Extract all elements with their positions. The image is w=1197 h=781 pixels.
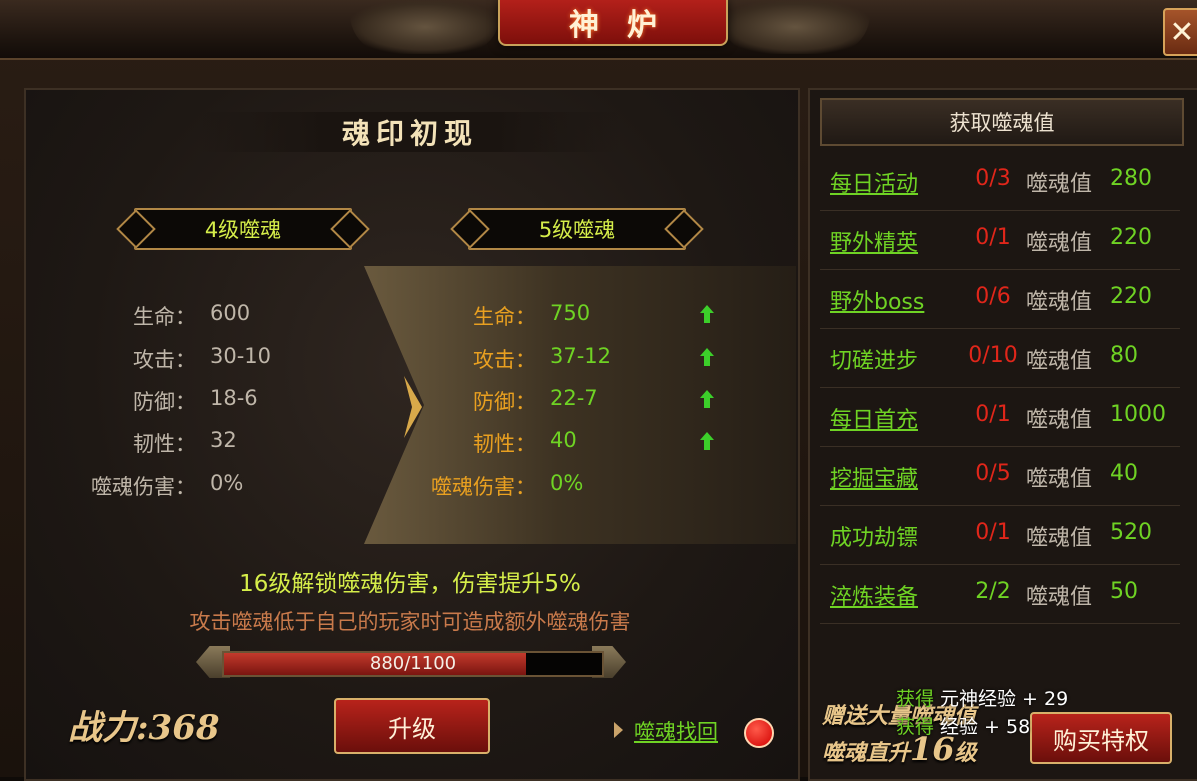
task-link: 切磋进步 bbox=[830, 349, 919, 374]
task-value: 40 bbox=[1110, 461, 1138, 486]
next-stat-value: 40 bbox=[550, 428, 577, 452]
current-stat-label: 攻击： bbox=[133, 348, 196, 372]
task-row: 切磋进步 0/10 噬魂值 80 bbox=[820, 331, 1180, 388]
arrow-up-icon bbox=[700, 390, 714, 408]
window-title: 神炉 bbox=[498, 0, 728, 46]
notification-dot-icon bbox=[744, 718, 774, 748]
task-count: 0/10 bbox=[968, 343, 1018, 368]
toast-text: 元神经验 + 29 bbox=[940, 688, 1069, 710]
current-stat-label: 生命： bbox=[133, 305, 196, 329]
description: 攻击噬魂低于自己的玩家时可造成额外噬魂伤害 bbox=[189, 610, 631, 634]
next-stat-value: 0% bbox=[550, 471, 584, 495]
next-stat-label: 攻击： bbox=[473, 348, 536, 372]
task-count: 0/5 bbox=[975, 461, 1011, 486]
task-link[interactable]: 每日首充 bbox=[830, 402, 918, 434]
task-unit-label: 噬魂值 bbox=[1026, 231, 1093, 256]
progress-track: 880/1100 bbox=[222, 651, 604, 677]
arrow-up-icon bbox=[700, 432, 714, 450]
progress-text: 880/1100 bbox=[369, 653, 457, 674]
task-unit-label: 噬魂值 bbox=[1026, 408, 1093, 433]
task-value: 50 bbox=[1110, 579, 1138, 604]
current-stat-value: 18-6 bbox=[210, 386, 258, 410]
next-stat-value: 750 bbox=[550, 301, 591, 325]
close-button[interactable]: ✕ bbox=[1163, 8, 1197, 56]
current-stat-value: 0% bbox=[210, 471, 244, 495]
task-row: 挖掘宝藏 0/5 噬魂值 40 bbox=[820, 449, 1180, 506]
task-unit-label: 噬魂值 bbox=[1026, 526, 1093, 551]
progress-bar: 880/1100 bbox=[196, 646, 626, 678]
task-value: 220 bbox=[1110, 284, 1152, 309]
unlock-hint: 16级解锁噬魂伤害，伤害提升5% bbox=[239, 571, 581, 597]
current-stat-label: 韧性： bbox=[133, 432, 196, 456]
task-row: 野外精英 0/1 噬魂值 220 bbox=[820, 213, 1180, 270]
toast-message: 获得 元神经验 + 29 bbox=[896, 684, 1068, 711]
current-level-badge: 4级噬魂 bbox=[134, 208, 352, 250]
task-unit-label: 噬魂值 bbox=[1026, 349, 1093, 374]
toast-key: 获得 bbox=[896, 716, 935, 738]
task-value: 220 bbox=[1110, 225, 1152, 250]
task-unit-label: 噬魂值 bbox=[1026, 172, 1093, 197]
task-value: 520 bbox=[1110, 520, 1152, 545]
task-value: 80 bbox=[1110, 343, 1138, 368]
task-link: 成功劫镖 bbox=[830, 526, 919, 551]
toast-key: 获得 bbox=[896, 688, 935, 710]
triangle-right-icon bbox=[614, 722, 623, 738]
next-stat-label: 韧性： bbox=[473, 432, 536, 456]
task-count: 0/1 bbox=[975, 402, 1011, 427]
combat-power: 战力:368 bbox=[68, 708, 220, 748]
task-count: 0/3 bbox=[975, 166, 1011, 191]
next-level-badge: 5级噬魂 bbox=[468, 208, 686, 250]
next-stat-value: 37-12 bbox=[550, 344, 612, 368]
dragon-ornament-right bbox=[720, 0, 870, 54]
task-unit-label: 噬魂值 bbox=[1026, 585, 1093, 610]
current-stat-label: 防御： bbox=[133, 390, 196, 414]
task-count: 0/1 bbox=[975, 520, 1011, 545]
task-row: 淬炼装备 2/2 噬魂值 50 bbox=[820, 567, 1180, 624]
task-link[interactable]: 淬炼装备 bbox=[830, 579, 918, 611]
task-link[interactable]: 每日活动 bbox=[830, 166, 918, 198]
next-stat-label: 防御： bbox=[473, 390, 536, 414]
next-stat-label: 噬魂伤害： bbox=[431, 475, 536, 499]
arrow-up-icon bbox=[700, 348, 714, 366]
section-title: 魂印初现 bbox=[200, 112, 620, 152]
task-row: 每日活动 0/3 噬魂值 280 bbox=[820, 154, 1180, 211]
task-unit-label: 噬魂值 bbox=[1026, 467, 1093, 492]
close-icon[interactable]: ✕ bbox=[1169, 15, 1194, 50]
recover-link[interactable]: 噬魂找回 bbox=[634, 716, 718, 746]
task-row: 野外boss 0/6 噬魂值 220 bbox=[820, 272, 1180, 329]
task-value: 1000 bbox=[1110, 402, 1166, 427]
task-link[interactable]: 野外boss bbox=[830, 284, 924, 316]
arrow-up-icon bbox=[700, 305, 714, 323]
task-count: 2/2 bbox=[975, 579, 1011, 604]
task-count: 0/6 bbox=[975, 284, 1011, 309]
upgrade-button[interactable]: 升级 bbox=[334, 698, 490, 754]
dragon-ornament-left bbox=[350, 0, 500, 54]
toast-text: 经验 + 58 bbox=[940, 716, 1031, 738]
current-stat-label: 噬魂伤害： bbox=[91, 475, 196, 499]
next-stat-value: 22-7 bbox=[550, 386, 598, 410]
current-stat-value: 600 bbox=[210, 301, 251, 325]
task-link[interactable]: 挖掘宝藏 bbox=[830, 461, 918, 493]
task-row: 每日首充 0/1 噬魂值 1000 bbox=[820, 390, 1180, 447]
task-count: 0/1 bbox=[975, 225, 1011, 250]
next-stat-label: 生命： bbox=[473, 305, 536, 329]
current-stat-value: 32 bbox=[210, 428, 237, 452]
task-row: 成功劫镖 0/1 噬魂值 520 bbox=[820, 508, 1180, 565]
toast-message: 获得 经验 + 58 bbox=[896, 712, 1030, 739]
current-stat-value: 30-10 bbox=[210, 344, 272, 368]
task-unit-label: 噬魂值 bbox=[1026, 290, 1093, 315]
source-panel-header: 获取噬魂值 bbox=[820, 98, 1184, 146]
buy-privilege-button[interactable]: 购买特权 bbox=[1030, 712, 1172, 764]
task-link[interactable]: 野外精英 bbox=[830, 225, 918, 257]
task-value: 280 bbox=[1110, 166, 1152, 191]
